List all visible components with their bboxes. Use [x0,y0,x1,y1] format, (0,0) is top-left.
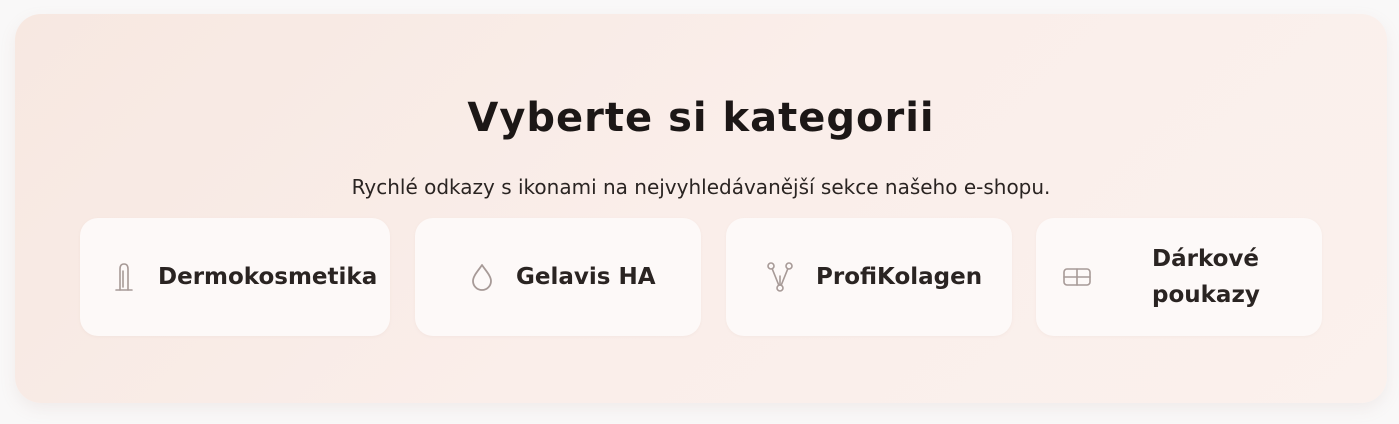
category-label: ProfiKolagen [816,264,983,290]
category-section: Vyberte si kategorii Rychlé odkazy s iko… [15,14,1387,403]
section-title: Vyberte si kategorii [467,95,935,141]
category-card-gelavis[interactable]: Gelavis HA [415,218,701,336]
molecule-icon [764,261,796,293]
category-label: Gelavis HA [516,264,656,290]
category-card-gift-vouchers[interactable]: Dárkové poukazy [1036,218,1322,336]
bottle-icon [108,261,140,293]
section-subtitle: Rychlé odkazy s ikonami na nejvyhledávan… [351,175,1051,199]
category-card-profikolagen[interactable]: ProfiKolagen [726,218,1012,336]
category-label-line1: Dárkové [1152,246,1260,272]
category-label: Dárkové poukazy [1152,241,1282,313]
category-label: Dermokosmetika [158,264,378,290]
gift-card-icon [1061,261,1093,293]
category-label-line2: poukazy [1152,282,1260,308]
drop-icon [466,261,498,293]
category-card-dermokosmetika[interactable]: Dermokosmetika [80,218,390,336]
